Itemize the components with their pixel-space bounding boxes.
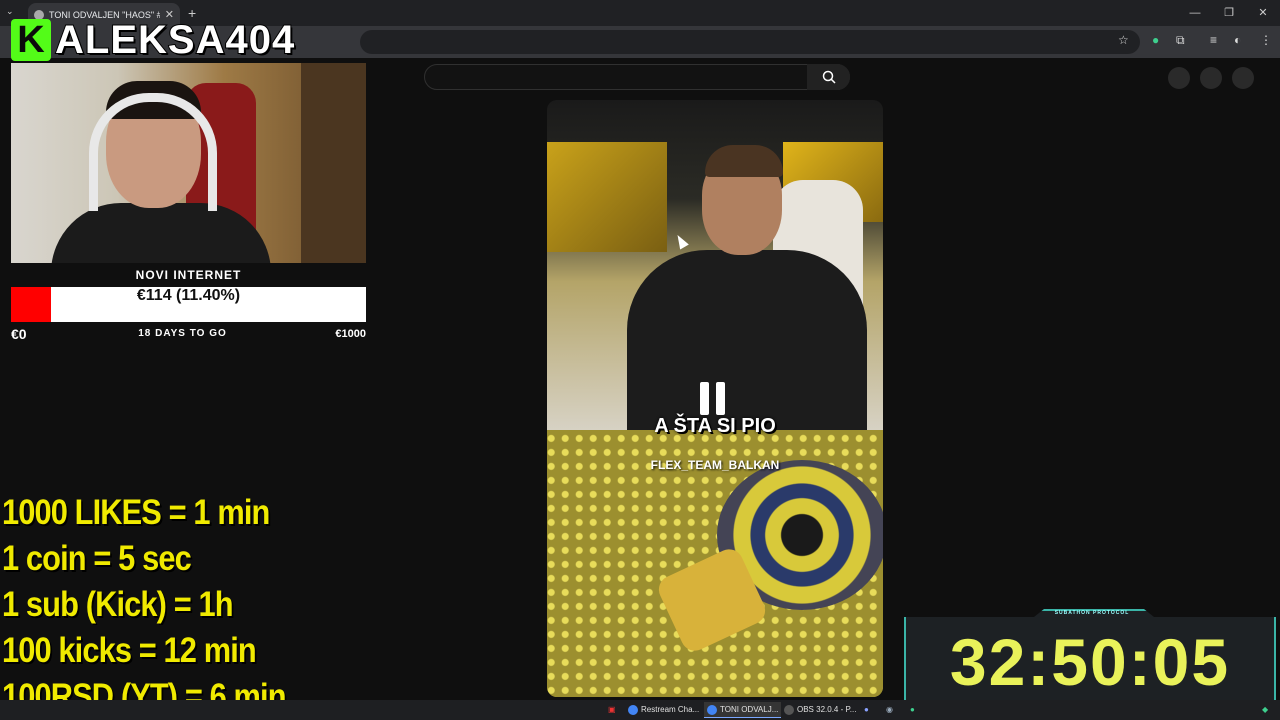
subathon-rules: 1000 LIKES = 1 min 1 coin = 5 sec 1 sub … (2, 490, 324, 720)
header-action-button[interactable] (1200, 67, 1222, 89)
subathon-timer: 32:50:05 (949, 625, 1231, 699)
headphones-icon (89, 93, 217, 211)
discord-icon[interactable]: ● (864, 702, 869, 718)
car-window (547, 142, 667, 252)
video-player[interactable]: A ŠTA SI PIO FLEX_TEAM_BALKAN (547, 100, 883, 697)
bookmark-star-icon[interactable]: ☆ (1118, 33, 1129, 47)
chrome-icon (628, 705, 638, 715)
search-button[interactable] (807, 64, 850, 90)
goal-title: NOVI INTERNET (135, 268, 242, 282)
taskbar-item-label: OBS 32.0.4 - P... (797, 705, 857, 714)
extension-icon[interactable]: ● (1152, 33, 1159, 47)
search-icon (822, 70, 836, 84)
kick-logo-icon: K (11, 19, 51, 61)
streamer-name: ALEKSA404 (54, 18, 296, 62)
media-controls-icon[interactable]: ≡ (1210, 33, 1217, 47)
shelf (301, 63, 366, 263)
header-action-button[interactable] (1232, 67, 1254, 89)
pause-icon[interactable] (700, 382, 725, 415)
goal-progress-bar: €114 (11.40%) (11, 287, 366, 322)
restore-button[interactable]: ❐ (1212, 0, 1246, 26)
address-bar[interactable] (360, 30, 1140, 54)
person-hair (705, 145, 783, 177)
header-action-button[interactable] (1168, 67, 1190, 89)
video-handle: FLEX_TEAM_BALKAN (650, 458, 780, 472)
goal-days-label: 18 DAYS TO GO (138, 328, 227, 339)
extensions-puzzle-icon[interactable]: ⧉ (1176, 33, 1185, 48)
minimize-button[interactable]: — (1178, 0, 1212, 26)
rule-line: 100 kicks = 12 min (2, 631, 257, 670)
timer-label: SUBATHON PROTOCOL (1054, 610, 1130, 616)
goal-max-label: €1000 (335, 328, 366, 340)
webcam-feed (11, 63, 366, 263)
app-icon[interactable]: ● (910, 702, 915, 718)
streamer-logo: K ALEKSA404 (11, 18, 296, 62)
rule-line: 1 sub (Kick) = 1h (2, 585, 234, 624)
taskbar-item-label: TONI ODVALJ... (720, 704, 779, 714)
profile-avatar-icon[interactable]: ◐ (1234, 33, 1241, 47)
search-input[interactable] (424, 64, 850, 90)
rule-line: 1000 LIKES = 1 min (2, 493, 270, 532)
tray-icon[interactable]: ◆ (1262, 702, 1268, 718)
taskbar-item[interactable]: Restream Cha... (628, 702, 699, 718)
close-window-button[interactable]: ✕ (1246, 0, 1280, 26)
goal-progress-text: €114 (11.40%) (136, 287, 241, 304)
rule-line: 1 coin = 5 sec (2, 539, 192, 578)
menu-kebab-icon[interactable]: ⋮ (1260, 33, 1272, 47)
window-controls: — ❐ ✕ (1178, 0, 1280, 26)
video-caption: A ŠTA SI PIO (654, 415, 776, 437)
taskbar-item[interactable]: TONI ODVALJ... (704, 702, 782, 718)
screen: ⌄ TONI ODVALJEN "HAOS" # ✕ + — ❐ ✕ ☆ ● ⧉… (0, 0, 1280, 720)
steam-icon[interactable]: ◉ (886, 702, 893, 718)
obs-icon (784, 705, 794, 715)
chrome-icon (707, 704, 717, 715)
antivirus-tray-icon[interactable]: ▣ (608, 702, 616, 718)
tab-favicon-icon (34, 9, 44, 20)
taskbar-item[interactable]: OBS 32.0.4 - P... (784, 702, 856, 718)
taskbar-item-label: Restream Cha... (641, 705, 700, 714)
tab-list-button[interactable]: ⌄ (6, 6, 14, 17)
